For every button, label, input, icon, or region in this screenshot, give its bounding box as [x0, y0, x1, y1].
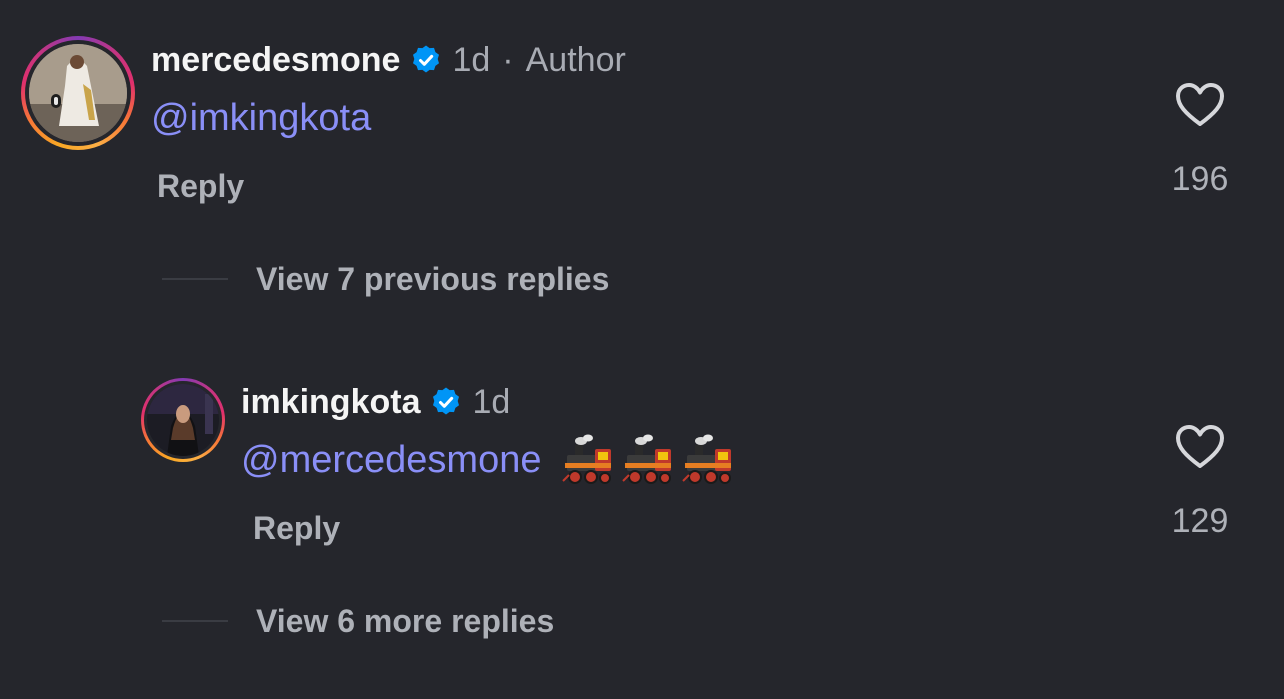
comment-header: imkingkota 1d [241, 382, 510, 422]
avatar-story-ring[interactable] [141, 378, 225, 462]
view-previous-replies-button[interactable]: View 7 previous replies [162, 259, 609, 299]
view-more-replies-label: View 6 more replies [256, 602, 555, 639]
avatar [29, 44, 127, 142]
heart-outline-icon [1176, 83, 1224, 126]
username[interactable]: mercedesmone [151, 41, 400, 80]
verified-badge-icon [430, 386, 462, 418]
comments-panel: mercedesmone 1d · Author @imkingkota Rep… [0, 0, 1284, 699]
thread-divider [162, 278, 228, 280]
heart-outline-icon [1176, 425, 1224, 468]
comment-time: 1d [472, 382, 511, 421]
reply-button[interactable]: Reply [253, 510, 340, 547]
like-count: 129 [1171, 502, 1229, 540]
view-more-replies-button[interactable]: View 6 more replies [162, 601, 554, 641]
comment-item: mercedesmone 1d · Author @imkingkota Rep… [0, 0, 1284, 240]
comment-header: mercedesmone 1d · Author [151, 40, 626, 80]
meta-separator: · [502, 40, 514, 79]
thread-divider [162, 620, 228, 622]
comment-text: @mercedesmone [241, 434, 735, 484]
like-button[interactable] [1175, 82, 1225, 128]
comment-text: @imkingkota [151, 96, 371, 140]
author-badge: Author [525, 40, 626, 79]
like-button[interactable] [1175, 424, 1225, 470]
verified-badge-icon [410, 44, 442, 76]
mention-link[interactable]: @mercedesmone [241, 439, 541, 482]
steam-locomotive-icon [681, 433, 735, 487]
avatar [147, 384, 219, 456]
view-previous-replies-label: View 7 previous replies [256, 260, 610, 297]
like-count: 196 [1171, 160, 1229, 198]
avatar-story-ring[interactable] [21, 36, 135, 150]
steam-locomotive-icon [561, 433, 615, 487]
reply-button[interactable]: Reply [157, 168, 244, 205]
mention-link[interactable]: @imkingkota [151, 97, 371, 140]
reply-item: imkingkota 1d @mercedesmone Reply 129 [0, 370, 1284, 570]
comment-time: 1d [452, 40, 491, 79]
username[interactable]: imkingkota [241, 383, 420, 422]
steam-locomotive-icon [621, 433, 675, 487]
